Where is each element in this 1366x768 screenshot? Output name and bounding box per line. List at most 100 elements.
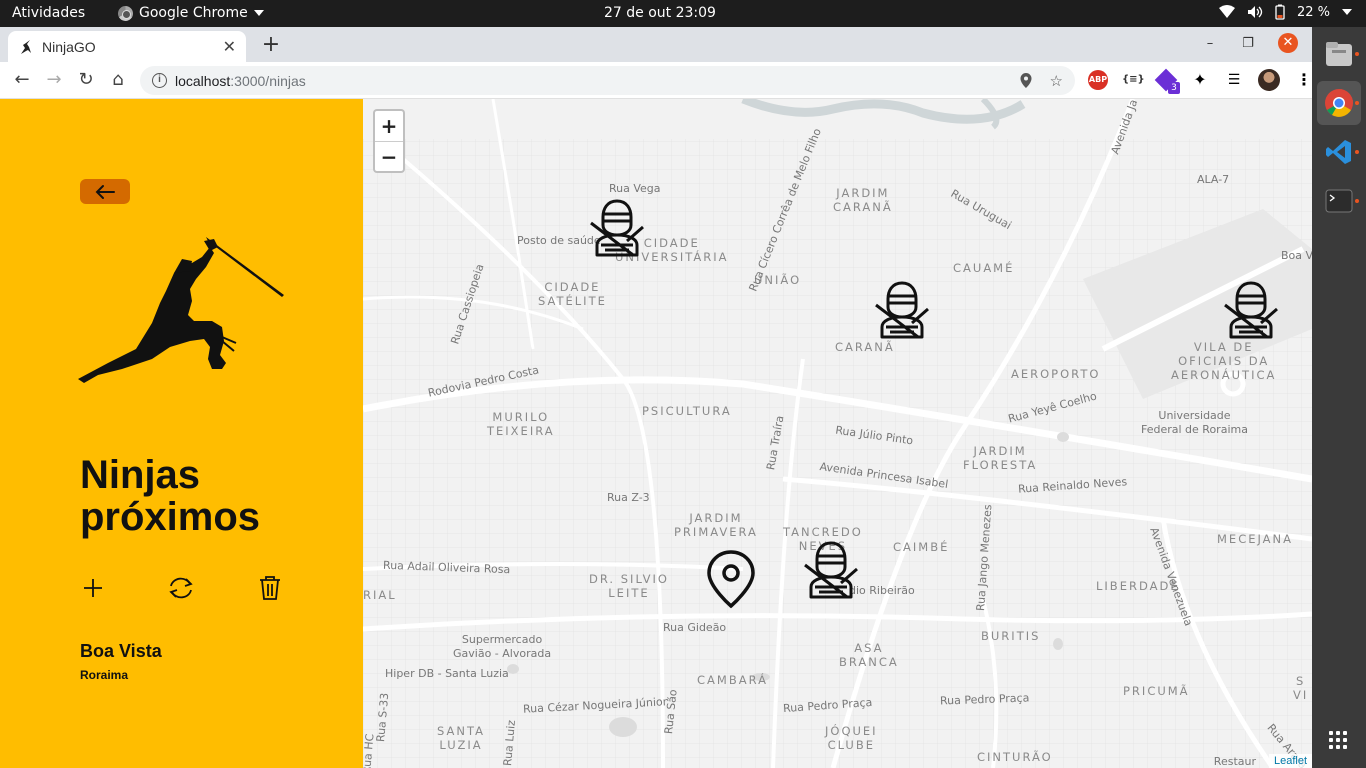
map-label-district: JARDIM PRIMAVERA: [674, 511, 758, 539]
chrome-icon: [118, 5, 133, 21]
reload-icon[interactable]: ↻: [75, 69, 97, 91]
add-ninja-button[interactable]: [79, 574, 107, 602]
map-label-street: Rua Gideão: [663, 621, 727, 634]
map-label-district: AEROPORTO: [1011, 367, 1101, 381]
close-icon[interactable]: ✕: [223, 37, 236, 56]
map-view[interactable]: JARDIM CARANÃ CIDADE UNIVERSITÁRIA CIDADE S…: [363, 99, 1312, 768]
arrow-left-icon: [95, 184, 115, 199]
system-tray[interactable]: 22 %: [1218, 4, 1352, 20]
user-location-pin-icon[interactable]: [703, 549, 759, 609]
volume-icon: [1247, 6, 1263, 18]
running-indicator: [1355, 101, 1359, 105]
map-label-district: MECEJANA: [1217, 532, 1294, 546]
show-applications-icon[interactable]: [1329, 731, 1347, 749]
wifi-icon: [1218, 5, 1235, 18]
back-icon[interactable]: ←: [11, 69, 33, 91]
adblock-icon[interactable]: ABP: [1088, 70, 1108, 90]
zoom-in-button[interactable]: +: [375, 111, 403, 141]
bookmark-star-icon[interactable]: ☆: [1050, 72, 1063, 90]
map-label-district: JARDIM FLORESTA: [963, 444, 1038, 472]
dock-chrome[interactable]: [1317, 81, 1361, 125]
activities-button[interactable]: Atividades: [12, 5, 85, 21]
app-menu[interactable]: Google Chrome: [118, 5, 264, 21]
map-label-district: ASA BRANCA: [839, 641, 899, 669]
map-label-district: CARANÃ: [835, 340, 895, 354]
vscode-icon: [1326, 140, 1351, 164]
back-button[interactable]: [80, 179, 130, 204]
browser-window: NinjaGO ✕ + – ❐ ✕ ← → ↻ ⌂ i localhost:30…: [0, 27, 1312, 768]
zoom-control: + −: [373, 109, 405, 173]
ninja-marker-icon[interactable]: [801, 539, 861, 599]
map-label-district: BURITIS: [981, 629, 1041, 643]
profile-avatar[interactable]: [1258, 69, 1280, 91]
location-city: Boa Vista: [80, 641, 162, 661]
map-label-poi: Hiper DB - Santa Luzia: [385, 667, 509, 680]
dock-files[interactable]: [1317, 32, 1361, 76]
ninja-marker-icon[interactable]: [872, 279, 932, 339]
plus-icon: [84, 579, 102, 597]
address-bar[interactable]: i localhost:3000/ninjas ☆: [140, 66, 1075, 95]
running-indicator: [1355, 52, 1359, 56]
json-viewer-icon[interactable]: {≡}: [1122, 70, 1145, 90]
maximize-button[interactable]: ❐: [1240, 36, 1256, 51]
sidebar: Ninjas próximos Boa Vista Roraima: [0, 99, 363, 768]
location-pin-icon[interactable]: [1020, 73, 1032, 88]
map-label-street: ALA-7: [1197, 173, 1230, 186]
map-label-district: PRICUMÃ: [1123, 684, 1190, 698]
map-label-district: SANTA LUZIA: [437, 724, 485, 752]
reading-list-icon[interactable]: ☰: [1224, 70, 1244, 90]
clock[interactable]: 27 de out 23:09: [604, 5, 716, 21]
menu-kebab-icon[interactable]: ⋮: [1294, 70, 1314, 90]
page-title: Ninjas próximos: [80, 453, 261, 539]
ninja-marker-icon[interactable]: [1221, 279, 1281, 339]
chrome-icon: [1325, 89, 1353, 117]
tab-ninjago[interactable]: NinjaGO ✕: [8, 31, 246, 62]
site-info-icon[interactable]: i: [152, 73, 167, 88]
home-icon[interactable]: ⌂: [107, 69, 129, 91]
delete-button[interactable]: [256, 574, 284, 602]
window-controls: – ❐ ✕: [1202, 33, 1298, 53]
folder-icon: [1326, 42, 1352, 66]
map-label-district: PSICULTURA: [642, 404, 732, 418]
map-attribution-link[interactable]: Leaflet: [1268, 754, 1312, 768]
puzzle-extensions-icon[interactable]: ✦: [1190, 70, 1210, 90]
ninja-marker-icon[interactable]: [587, 197, 647, 257]
ubuntu-dock: [1312, 27, 1366, 768]
tab-title: NinjaGO: [42, 38, 96, 55]
minimize-button[interactable]: –: [1202, 36, 1218, 51]
url-path: :3000/ninjas: [230, 72, 306, 89]
new-tab-button[interactable]: +: [260, 32, 282, 57]
map-label-district: CAUAMÉ: [953, 261, 1015, 275]
page-content: Ninjas próximos Boa Vista Roraima JARDIM…: [0, 99, 1312, 768]
map-label-district: RIAL: [363, 588, 397, 602]
map-label-district: S VI: [1293, 674, 1309, 702]
battery-icon: [1275, 4, 1285, 20]
forward-icon[interactable]: →: [43, 69, 65, 91]
map-label-district: CAMBARÁ: [697, 673, 768, 687]
map-label-district: JÓQUEI CLUBE: [825, 724, 878, 752]
close-window-button[interactable]: ✕: [1278, 33, 1298, 53]
trash-icon: [260, 576, 280, 600]
zoom-out-button[interactable]: −: [375, 141, 403, 171]
map-label-district: JARDIM CARANÃ: [833, 186, 893, 214]
map-label-street: Rua Z-3: [607, 491, 650, 504]
map-label-poi: Restaur: [1213, 755, 1256, 768]
running-indicator: [1355, 150, 1359, 154]
map-label-street: Rua Vega: [609, 182, 661, 195]
dock-vscode[interactable]: [1317, 130, 1361, 174]
map-label-district: MURILO TEIXEIRA: [487, 410, 555, 438]
tab-strip: NinjaGO ✕ + – ❐ ✕: [0, 27, 1312, 62]
map-label-street: Boa Vi: [1281, 249, 1312, 262]
map-label-district: CAIMBÉ: [893, 540, 950, 554]
dock-terminal[interactable]: [1317, 179, 1361, 223]
ninja-favicon-icon: [21, 39, 31, 54]
extension-badge: 3: [1168, 82, 1180, 94]
purple-extension-icon[interactable]: 3: [1154, 68, 1180, 94]
app-menu-label: Google Chrome: [139, 5, 248, 21]
location-state: Roraima: [80, 668, 129, 682]
extensions-bar: ABP {≡} 3 ✦ ☰ ⋮: [1088, 68, 1314, 94]
running-indicator: [1355, 199, 1359, 203]
refresh-button[interactable]: [167, 574, 195, 602]
url-host: localhost: [175, 72, 231, 89]
system-top-bar: Atividades Google Chrome 27 de out 23:09…: [0, 0, 1366, 27]
